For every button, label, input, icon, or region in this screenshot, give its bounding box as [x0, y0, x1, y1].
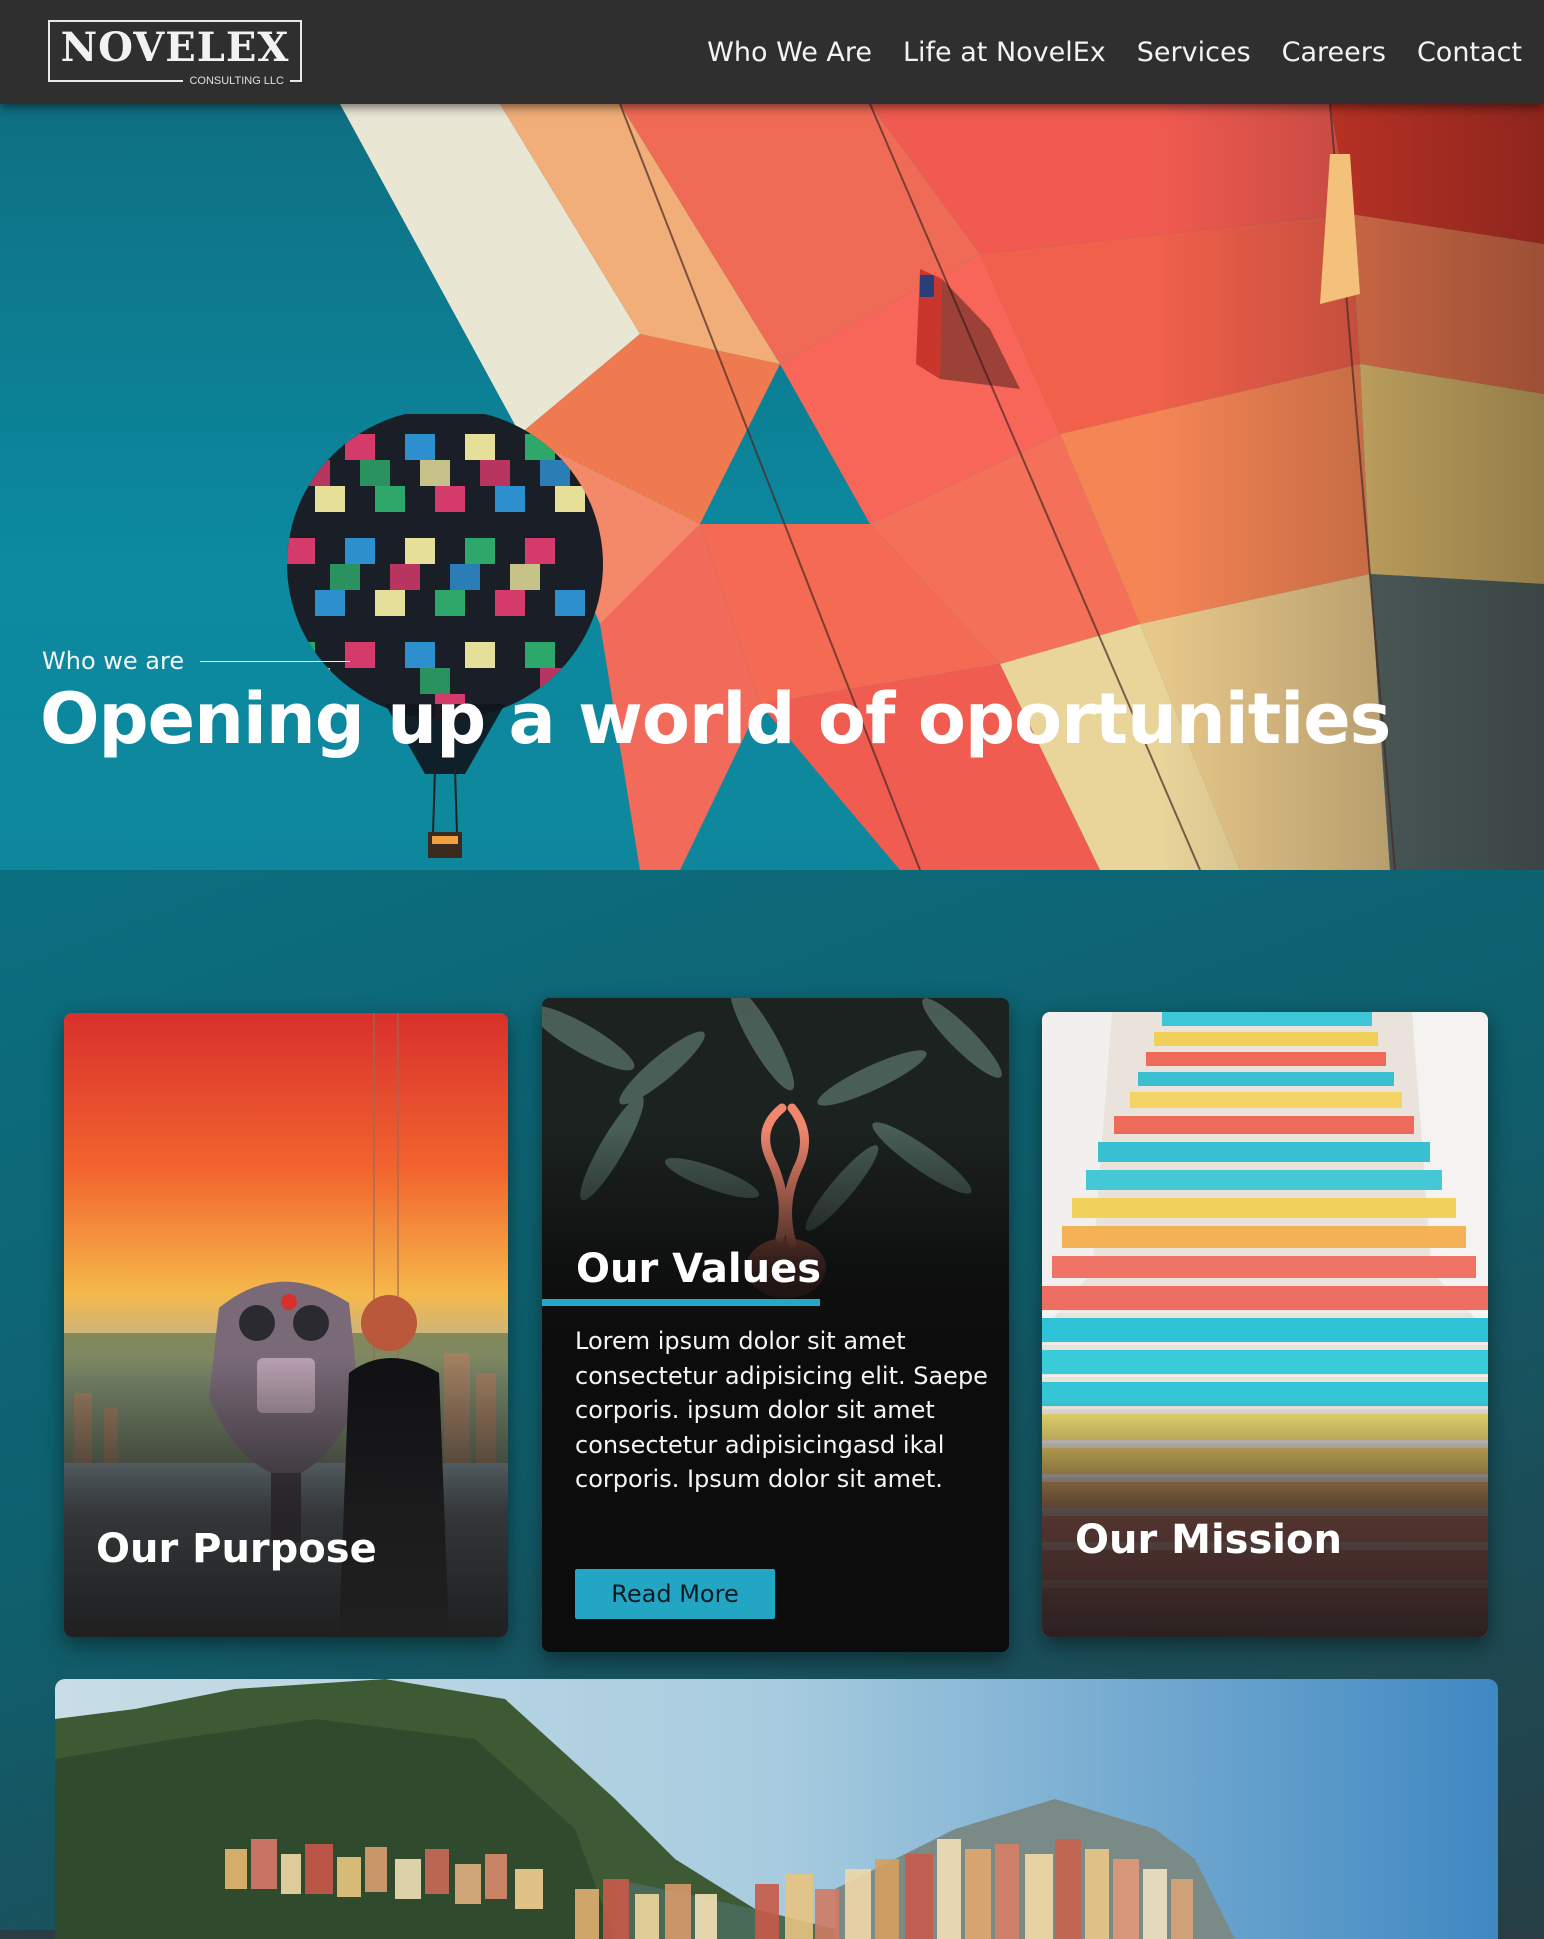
hero-title: Opening up a world of oportunities — [40, 678, 1391, 760]
card-values-title: Our Values — [576, 1246, 822, 1292]
village-coast-image — [55, 1679, 1498, 1939]
card-purpose-title: Our Purpose — [96, 1526, 377, 1572]
brand-logo[interactable]: NOVELEX CONSULTING LLC — [48, 20, 302, 87]
card-purpose[interactable]: Our Purpose — [64, 1013, 508, 1637]
nav-item-services[interactable]: Services — [1137, 36, 1251, 70]
card-values: Our Values Lorem ipsum dolor sit amet co… — [542, 998, 1009, 1652]
main-nav: Who We Are Life at NovelEx Services Care… — [707, 36, 1522, 70]
hero-kicker-text: Who we are — [42, 647, 185, 675]
nav-item-life-at-novelex[interactable]: Life at NovelEx — [903, 36, 1106, 70]
card-values-body: Lorem ipsum dolor sit amet consectetur a… — [575, 1327, 988, 1493]
brand-name: NOVELEX — [60, 24, 290, 71]
nav-item-contact[interactable]: Contact — [1417, 36, 1522, 70]
nav-item-who-we-are[interactable]: Who We Are — [707, 36, 872, 70]
brand-subtitle: CONSULTING LLC — [183, 75, 290, 87]
hero-kicker: Who we are — [42, 647, 351, 675]
card-mission[interactable]: Our Mission — [1042, 1012, 1488, 1637]
hero-kicker-line — [200, 660, 351, 662]
nav-item-careers[interactable]: Careers — [1282, 36, 1386, 70]
read-more-button[interactable]: Read More — [575, 1569, 775, 1619]
card-mission-title: Our Mission — [1075, 1517, 1342, 1563]
site-header: NOVELEX CONSULTING LLC Who We Are Life a… — [0, 0, 1544, 104]
landscape-image — [55, 1679, 1498, 1939]
hero-section: Who we are Opening up a world of oportun… — [0, 104, 1544, 870]
card-values-underline — [542, 1299, 820, 1306]
